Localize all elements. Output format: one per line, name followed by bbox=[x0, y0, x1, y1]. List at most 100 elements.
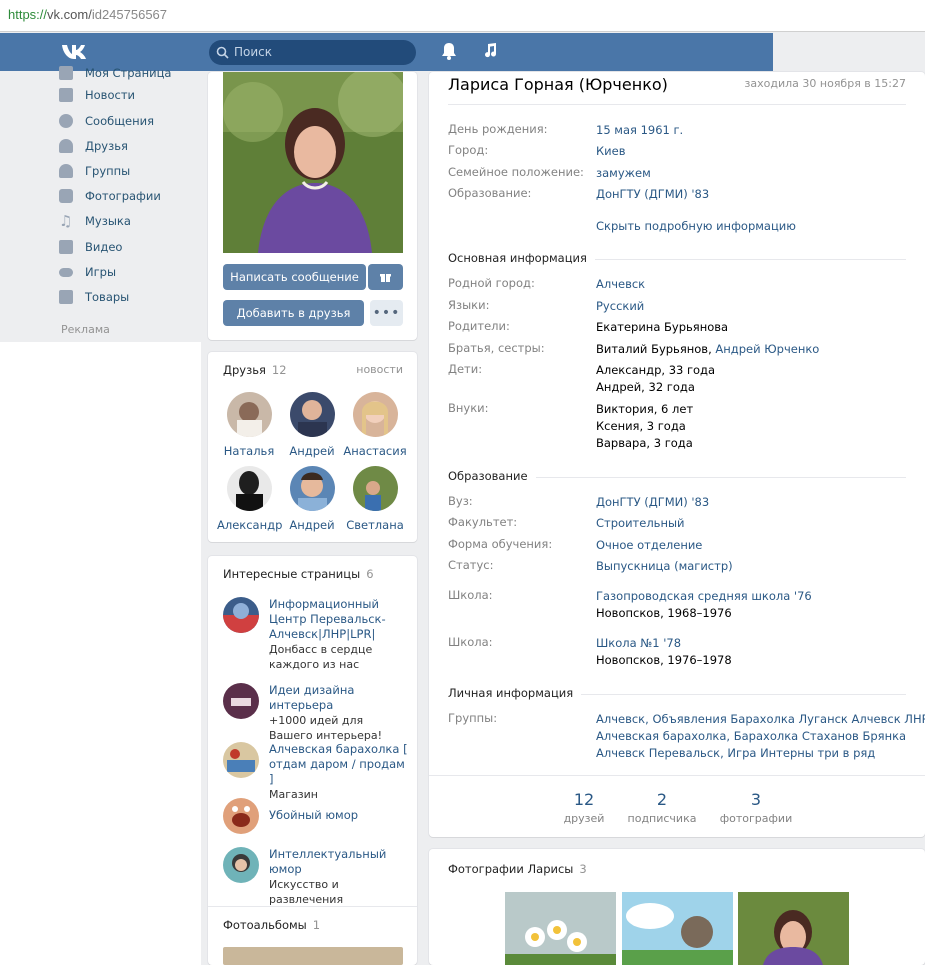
pages-header[interactable]: Интересные страницы 6 bbox=[223, 567, 374, 581]
page-item[interactable]: Идеи дизайна интерьера +1000 идей для Ваш… bbox=[223, 683, 409, 742]
pages-count: 6 bbox=[366, 567, 374, 581]
sibling-link[interactable]: Андрей Юрченко bbox=[715, 342, 819, 356]
counter-label: друзей bbox=[563, 812, 605, 825]
section-education: Образование bbox=[448, 469, 536, 483]
page-name[interactable]: Интеллектуальный юмор bbox=[269, 847, 409, 877]
nav-item-news[interactable]: Новости bbox=[59, 85, 135, 105]
page-description: +1000 идей для Вашего интерьера! bbox=[269, 714, 383, 742]
friends-header[interactable]: Друзья 12 bbox=[223, 363, 287, 377]
messages-icon bbox=[59, 114, 73, 128]
friend-card[interactable]: Светлана bbox=[343, 466, 407, 532]
search-placeholder: Поиск bbox=[234, 45, 273, 59]
university-link[interactable]: ДонГТУ (ДГМИ) '83 bbox=[596, 494, 709, 511]
school-link[interactable]: Школа №1 '78 bbox=[596, 635, 732, 652]
profile-photo[interactable] bbox=[223, 72, 403, 253]
ads-link[interactable]: Реклама bbox=[61, 323, 110, 336]
friend-card[interactable]: Андрей bbox=[280, 392, 344, 458]
photos-header[interactable]: Фотографии Ларисы 3 bbox=[448, 862, 587, 876]
nav-item-music[interactable]: ♫ Музыка bbox=[59, 211, 131, 231]
counter-followers[interactable]: 2 подписчика bbox=[626, 790, 698, 825]
counter-value: 2 bbox=[656, 790, 668, 809]
photo-thumbnail[interactable] bbox=[738, 892, 849, 965]
friend-avatar bbox=[352, 392, 398, 437]
bell-icon[interactable] bbox=[441, 42, 457, 60]
page-item[interactable]: Убойный юмор bbox=[223, 798, 409, 834]
friend-avatar bbox=[289, 392, 335, 437]
nav-item-messages[interactable]: Сообщения bbox=[59, 111, 154, 131]
label: Школа: bbox=[448, 588, 493, 602]
groups-links[interactable]: Алчевск Перевальск, Игра Интерны три в р… bbox=[596, 745, 925, 762]
last-seen-status: заходила 30 ноября в 15:27 bbox=[744, 77, 906, 90]
more-dots-icon: ••• bbox=[372, 305, 401, 321]
friend-card[interactable]: Наталья bbox=[217, 392, 281, 458]
page-name[interactable]: Алчевская барахолка [ отдам даром / прод… bbox=[269, 742, 409, 787]
friend-card[interactable]: Анастасия bbox=[343, 392, 407, 458]
nav-item-photos[interactable]: Фотографии bbox=[59, 186, 161, 206]
nav-item-games[interactable]: Игры bbox=[59, 262, 116, 282]
vk-logo-icon[interactable] bbox=[60, 41, 90, 63]
page-description: Искусство и развлечения bbox=[269, 878, 344, 906]
birthday-link[interactable]: 15 мая 1961 г. bbox=[596, 122, 683, 139]
friend-name: Анастасия bbox=[343, 444, 407, 458]
nav-label: Новости bbox=[85, 88, 135, 102]
bag-icon bbox=[59, 290, 73, 304]
friend-card[interactable]: Александр bbox=[217, 466, 282, 532]
page-item[interactable]: Алчевская барахолка [ отдам даром / прод… bbox=[223, 742, 409, 801]
family-link[interactable]: замужем bbox=[596, 165, 651, 182]
albums-header[interactable]: Фотоальбомы 1 bbox=[223, 918, 320, 932]
hide-details-link[interactable]: Скрыть подробную информацию bbox=[596, 218, 796, 235]
groups-links[interactable]: Алчевская барахолка, Барахолка Стаханов … bbox=[596, 728, 925, 745]
school-link[interactable]: Газопроводская средняя школа '76 bbox=[596, 588, 812, 605]
label: Языки: bbox=[448, 298, 490, 312]
photo-thumbnail[interactable] bbox=[505, 892, 616, 965]
photo-thumbnail[interactable] bbox=[622, 892, 733, 965]
friend-name: Андрей bbox=[289, 518, 335, 532]
counter-photos[interactable]: 3 фотографии bbox=[719, 790, 793, 825]
page-description: Донбасс в сердце каждого из нас bbox=[269, 643, 373, 671]
divider bbox=[208, 906, 417, 907]
add-friend-button[interactable]: Добавить в друзья bbox=[223, 300, 364, 326]
page-item[interactable]: Информационный Центр Перевальск-Алчевск|… bbox=[223, 597, 409, 672]
url-text[interactable]: https://vk.com/id245756567 bbox=[8, 7, 167, 22]
page-avatar bbox=[223, 798, 259, 834]
nav-item-video[interactable]: Видео bbox=[59, 237, 122, 257]
language-link[interactable]: Русский bbox=[596, 298, 644, 315]
nav-item-my-page[interactable]: Моя Страница bbox=[59, 63, 171, 83]
school-place: Новопсков, 1976–1978 bbox=[596, 653, 732, 667]
friend-avatar bbox=[289, 466, 335, 511]
browser-address-bar[interactable]: https://vk.com/id245756567 bbox=[0, 0, 925, 32]
hometown-link[interactable]: Алчевск bbox=[596, 276, 645, 293]
faculty-link[interactable]: Строительный bbox=[596, 515, 685, 532]
search-input[interactable]: Поиск bbox=[209, 40, 416, 65]
photos-title: Фотографии Ларисы bbox=[448, 862, 574, 876]
music-note-icon[interactable] bbox=[482, 42, 498, 60]
nav-item-groups[interactable]: Группы bbox=[59, 161, 130, 181]
city-link[interactable]: Киев bbox=[596, 143, 626, 160]
education-link[interactable]: ДонГТУ (ДГМИ) '83 bbox=[596, 186, 709, 203]
page-item[interactable]: Интеллектуальный юмор Искусство и развлеч… bbox=[223, 847, 409, 906]
page-avatar bbox=[223, 683, 259, 719]
send-message-button[interactable]: Написать сообщение bbox=[223, 264, 366, 290]
label: Внуки: bbox=[448, 401, 489, 415]
music-icon: ♫ bbox=[59, 212, 73, 230]
counter-friends[interactable]: 12 друзей bbox=[559, 790, 609, 825]
friends-news-link[interactable]: новости bbox=[356, 363, 403, 376]
nav-item-goods[interactable]: Товары bbox=[59, 287, 129, 307]
study-form-link[interactable]: Очное отделение bbox=[596, 537, 702, 554]
label: Факультет: bbox=[448, 515, 518, 529]
counter-label: подписчика bbox=[627, 812, 697, 825]
page-name[interactable]: Убойный юмор bbox=[269, 808, 409, 823]
page-name[interactable]: Информационный Центр Перевальск-Алчевск|… bbox=[269, 597, 409, 642]
status-link[interactable]: Выпускница (магистр) bbox=[596, 558, 733, 575]
nav-item-friends[interactable]: Друзья bbox=[59, 136, 128, 156]
groups-icon bbox=[59, 164, 73, 178]
more-actions-button[interactable]: ••• bbox=[370, 300, 403, 326]
grandchild-value: Ксения, 3 года bbox=[596, 419, 686, 433]
gift-button[interactable] bbox=[368, 264, 403, 290]
groups-links[interactable]: Алчевск, Объявления Барахолка Луганск Ал… bbox=[596, 711, 925, 728]
friend-card[interactable]: Андрей bbox=[280, 466, 344, 532]
grandchild-value: Виктория, 6 лет bbox=[596, 402, 694, 416]
left-blank-area bbox=[0, 342, 201, 965]
page-name[interactable]: Идеи дизайна интерьера bbox=[269, 683, 409, 713]
album-cover[interactable] bbox=[223, 947, 403, 965]
